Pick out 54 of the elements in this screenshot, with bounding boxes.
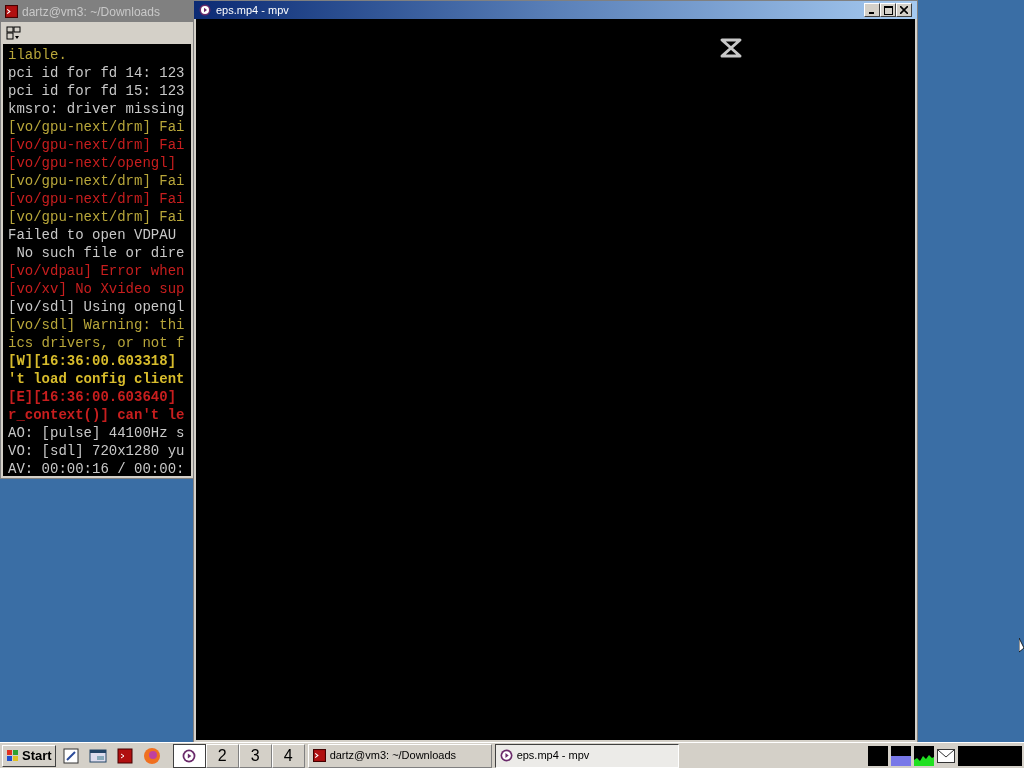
- terminal-line: [vo/gpu-next/drm] Fai: [8, 190, 185, 208]
- terminal-icon: [312, 749, 326, 762]
- close-icon: [900, 6, 908, 14]
- terminal-line: [vo/sdl] Warning: thi: [8, 316, 185, 334]
- task-button[interactable]: eps.mp4 - mpv: [494, 743, 679, 768]
- tabs-menu-icon[interactable]: [6, 25, 22, 41]
- terminal-line: ics drivers, or not f: [8, 334, 185, 352]
- start-button[interactable]: Start: [2, 744, 56, 767]
- terminal-icon: [5, 5, 18, 18]
- terminal-line: [vo/gpu-next/drm] Fai: [8, 208, 185, 226]
- task-button[interactable]: dartz@vm3: ~/Downloads: [307, 743, 492, 768]
- window-title: dartz@vm3: ~/Downloads: [22, 3, 160, 21]
- browser-icon[interactable]: [141, 745, 162, 766]
- terminal-line: [vo/xv] No Xvideo sup: [8, 280, 185, 298]
- play-circle-icon: [199, 4, 211, 16]
- minimize-button[interactable]: [864, 3, 880, 17]
- desktop-switch-button[interactable]: 4: [271, 743, 305, 768]
- terminal-line: kmsro: driver missing: [8, 100, 185, 118]
- terminal-line: AV: 00:00:16 / 00:00:: [8, 460, 185, 476]
- play-circle-icon: [499, 749, 513, 762]
- terminal-line: [vo/vdpau] Error when: [8, 262, 185, 280]
- clock-panel: [958, 745, 1022, 766]
- mail-icon[interactable]: [937, 748, 955, 763]
- close-button[interactable]: [896, 3, 912, 17]
- windows-logo-icon: [6, 748, 20, 763]
- desktop-switch-button[interactable]: 3: [238, 743, 272, 768]
- terminal-line: AO: [pulse] 44100Hz s: [8, 424, 185, 442]
- terminal-line: [E][16:36:00.603640]: [8, 388, 177, 406]
- terminal-line: r_context()] can't le: [8, 406, 185, 424]
- terminal-line: [vo/gpu-next/drm] Fai: [8, 136, 185, 154]
- network-monitor: [914, 745, 934, 766]
- terminal-icon[interactable]: [114, 745, 135, 766]
- terminal-line: pci id for fd 15: 123: [8, 82, 185, 100]
- desktop-switch-button[interactable]: [172, 743, 206, 768]
- cpu-monitor: [868, 745, 888, 766]
- play-circle-icon: [182, 748, 197, 763]
- terminal-line: Failed to open VDPAU: [8, 226, 177, 244]
- maximize-button[interactable]: [880, 3, 896, 17]
- notepad-icon[interactable]: [60, 745, 81, 766]
- terminal-line: [W][16:36:00.603318]: [8, 352, 177, 370]
- desktop-switch-button[interactable]: 2: [205, 743, 239, 768]
- terminal-line: [vo/gpu-next/drm] Fai: [8, 118, 185, 136]
- window-title: eps.mp4 - mpv: [216, 2, 289, 18]
- mouse-cursor-icon: [1019, 638, 1024, 654]
- maximize-icon: [883, 5, 893, 15]
- terminal-line: No such file or dire: [15, 244, 185, 262]
- terminal-line: [vo/gpu-next/opengl]: [8, 154, 177, 172]
- terminal-line: pci id for fd 14: 123: [8, 64, 185, 82]
- terminal-line: [vo/sdl] Using opengl: [8, 298, 185, 316]
- terminal-line: [vo/gpu-next/drm] Fai: [8, 172, 185, 190]
- terminal-line: 't load config client: [8, 370, 185, 388]
- terminal-line: VO: [sdl] 720x1280 yu: [8, 442, 185, 460]
- memory-monitor: [891, 745, 911, 766]
- terminal-line: ilable.: [8, 46, 67, 64]
